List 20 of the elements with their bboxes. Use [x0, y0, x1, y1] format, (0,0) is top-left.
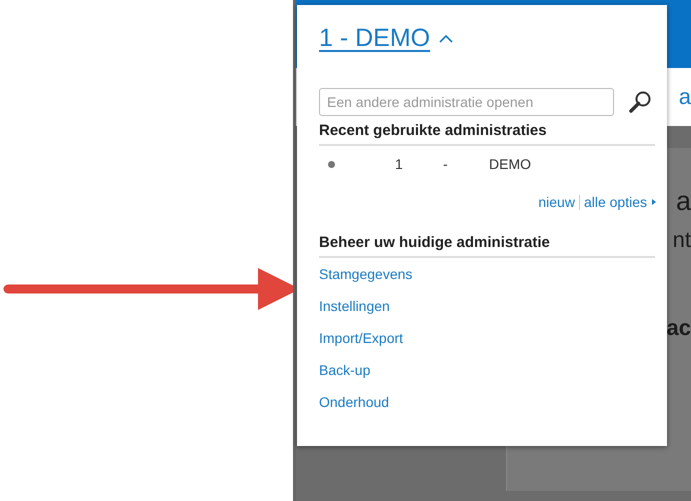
menu-link[interactable]: Onderhoud	[319, 386, 657, 418]
menu-link[interactable]: Import/Export	[319, 322, 657, 354]
all-options-link[interactable]: alle opties	[584, 194, 647, 210]
search-field[interactable]: Een andere administratie openen	[319, 88, 614, 116]
text-fragment: a	[676, 188, 691, 215]
search-icon[interactable]	[628, 90, 652, 114]
recent-administration-item[interactable]: 1 - DEMO	[319, 146, 657, 182]
chevron-icon[interactable]	[439, 34, 454, 42]
section-heading: Recent gebruikte administraties	[319, 116, 655, 146]
caret-icon	[651, 198, 657, 206]
administration-title-link[interactable]: 1 - DEMO	[319, 24, 430, 52]
menu-link[interactable]: Back-up	[319, 354, 657, 386]
section-heading: Beheer uw huidige administratie	[319, 228, 655, 258]
text-fragment: a	[678, 86, 691, 108]
bullet-icon	[328, 160, 335, 168]
menu-link[interactable]: Stamgegevens	[319, 258, 657, 290]
text-fragment: nt	[672, 229, 691, 251]
menu-link[interactable]: Instellingen	[319, 290, 657, 322]
new-link[interactable]: nieuw	[538, 194, 575, 210]
text-fragment: ac	[666, 317, 691, 339]
